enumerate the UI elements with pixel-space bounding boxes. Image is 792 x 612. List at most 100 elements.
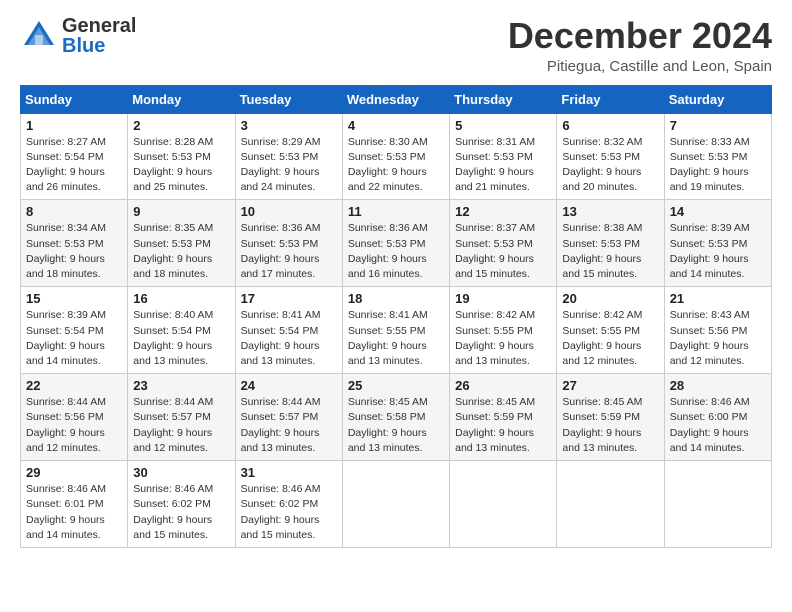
day-number: 22 bbox=[26, 378, 122, 393]
table-row: 14 Sunrise: 8:39 AMSunset: 5:53 PMDaylig… bbox=[664, 200, 771, 287]
table-row: 11 Sunrise: 8:36 AMSunset: 5:53 PMDaylig… bbox=[342, 200, 449, 287]
table-row: 17 Sunrise: 8:41 AMSunset: 5:54 PMDaylig… bbox=[235, 287, 342, 374]
day-info: Sunrise: 8:27 AMSunset: 5:54 PMDaylight:… bbox=[26, 136, 106, 194]
day-info: Sunrise: 8:41 AMSunset: 5:55 PMDaylight:… bbox=[348, 309, 428, 367]
day-info: Sunrise: 8:36 AMSunset: 5:53 PMDaylight:… bbox=[348, 222, 428, 280]
day-info: Sunrise: 8:44 AMSunset: 5:56 PMDaylight:… bbox=[26, 396, 106, 454]
table-row: 12 Sunrise: 8:37 AMSunset: 5:53 PMDaylig… bbox=[450, 200, 557, 287]
table-row bbox=[342, 461, 449, 548]
day-info: Sunrise: 8:41 AMSunset: 5:54 PMDaylight:… bbox=[241, 309, 321, 367]
table-row: 7 Sunrise: 8:33 AMSunset: 5:53 PMDayligh… bbox=[664, 113, 771, 200]
page: General Blue December 2024 Pitiegua, Cas… bbox=[0, 0, 792, 612]
day-info: Sunrise: 8:45 AMSunset: 5:58 PMDaylight:… bbox=[348, 396, 428, 454]
calendar-week-row: 1 Sunrise: 8:27 AMSunset: 5:54 PMDayligh… bbox=[21, 113, 772, 200]
table-row: 13 Sunrise: 8:38 AMSunset: 5:53 PMDaylig… bbox=[557, 200, 664, 287]
day-number: 19 bbox=[455, 291, 551, 306]
table-row: 25 Sunrise: 8:45 AMSunset: 5:58 PMDaylig… bbox=[342, 374, 449, 461]
day-number: 2 bbox=[133, 118, 229, 133]
col-sunday: Sunday bbox=[21, 85, 128, 113]
day-number: 30 bbox=[133, 465, 229, 480]
title-block: December 2024 Pitiegua, Castille and Leo… bbox=[508, 16, 772, 75]
day-number: 9 bbox=[133, 204, 229, 219]
table-row bbox=[664, 461, 771, 548]
day-number: 11 bbox=[348, 204, 444, 219]
day-info: Sunrise: 8:43 AMSunset: 5:56 PMDaylight:… bbox=[670, 309, 750, 367]
table-row: 23 Sunrise: 8:44 AMSunset: 5:57 PMDaylig… bbox=[128, 374, 235, 461]
table-row: 27 Sunrise: 8:45 AMSunset: 5:59 PMDaylig… bbox=[557, 374, 664, 461]
logo: General Blue bbox=[20, 16, 136, 56]
day-number: 8 bbox=[26, 204, 122, 219]
day-info: Sunrise: 8:31 AMSunset: 5:53 PMDaylight:… bbox=[455, 136, 535, 194]
table-row: 18 Sunrise: 8:41 AMSunset: 5:55 PMDaylig… bbox=[342, 287, 449, 374]
col-thursday: Thursday bbox=[450, 85, 557, 113]
day-number: 21 bbox=[670, 291, 766, 306]
day-info: Sunrise: 8:40 AMSunset: 5:54 PMDaylight:… bbox=[133, 309, 213, 367]
day-info: Sunrise: 8:44 AMSunset: 5:57 PMDaylight:… bbox=[241, 396, 321, 454]
day-info: Sunrise: 8:42 AMSunset: 5:55 PMDaylight:… bbox=[562, 309, 642, 367]
day-info: Sunrise: 8:39 AMSunset: 5:53 PMDaylight:… bbox=[670, 222, 750, 280]
col-saturday: Saturday bbox=[664, 85, 771, 113]
day-number: 23 bbox=[133, 378, 229, 393]
day-info: Sunrise: 8:42 AMSunset: 5:55 PMDaylight:… bbox=[455, 309, 535, 367]
logo-blue-text: Blue bbox=[62, 36, 136, 56]
day-info: Sunrise: 8:30 AMSunset: 5:53 PMDaylight:… bbox=[348, 136, 428, 194]
day-number: 5 bbox=[455, 118, 551, 133]
day-number: 7 bbox=[670, 118, 766, 133]
day-number: 12 bbox=[455, 204, 551, 219]
table-row: 22 Sunrise: 8:44 AMSunset: 5:56 PMDaylig… bbox=[21, 374, 128, 461]
table-row: 19 Sunrise: 8:42 AMSunset: 5:55 PMDaylig… bbox=[450, 287, 557, 374]
day-info: Sunrise: 8:33 AMSunset: 5:53 PMDaylight:… bbox=[670, 136, 750, 194]
day-number: 6 bbox=[562, 118, 658, 133]
table-row: 31 Sunrise: 8:46 AMSunset: 6:02 PMDaylig… bbox=[235, 461, 342, 548]
day-number: 29 bbox=[26, 465, 122, 480]
day-info: Sunrise: 8:34 AMSunset: 5:53 PMDaylight:… bbox=[26, 222, 106, 280]
day-number: 4 bbox=[348, 118, 444, 133]
day-number: 10 bbox=[241, 204, 337, 219]
table-row: 20 Sunrise: 8:42 AMSunset: 5:55 PMDaylig… bbox=[557, 287, 664, 374]
day-number: 27 bbox=[562, 378, 658, 393]
day-number: 14 bbox=[670, 204, 766, 219]
day-info: Sunrise: 8:39 AMSunset: 5:54 PMDaylight:… bbox=[26, 309, 106, 367]
day-number: 16 bbox=[133, 291, 229, 306]
day-number: 15 bbox=[26, 291, 122, 306]
day-number: 13 bbox=[562, 204, 658, 219]
table-row: 10 Sunrise: 8:36 AMSunset: 5:53 PMDaylig… bbox=[235, 200, 342, 287]
table-row: 24 Sunrise: 8:44 AMSunset: 5:57 PMDaylig… bbox=[235, 374, 342, 461]
table-row: 15 Sunrise: 8:39 AMSunset: 5:54 PMDaylig… bbox=[21, 287, 128, 374]
table-row: 2 Sunrise: 8:28 AMSunset: 5:53 PMDayligh… bbox=[128, 113, 235, 200]
col-friday: Friday bbox=[557, 85, 664, 113]
day-info: Sunrise: 8:46 AMSunset: 6:02 PMDaylight:… bbox=[241, 483, 321, 541]
day-number: 17 bbox=[241, 291, 337, 306]
table-row: 21 Sunrise: 8:43 AMSunset: 5:56 PMDaylig… bbox=[664, 287, 771, 374]
day-number: 25 bbox=[348, 378, 444, 393]
calendar-week-row: 22 Sunrise: 8:44 AMSunset: 5:56 PMDaylig… bbox=[21, 374, 772, 461]
col-wednesday: Wednesday bbox=[342, 85, 449, 113]
day-info: Sunrise: 8:46 AMSunset: 6:00 PMDaylight:… bbox=[670, 396, 750, 454]
day-number: 1 bbox=[26, 118, 122, 133]
table-row: 4 Sunrise: 8:30 AMSunset: 5:53 PMDayligh… bbox=[342, 113, 449, 200]
col-tuesday: Tuesday bbox=[235, 85, 342, 113]
calendar-week-row: 29 Sunrise: 8:46 AMSunset: 6:01 PMDaylig… bbox=[21, 461, 772, 548]
day-number: 24 bbox=[241, 378, 337, 393]
table-row bbox=[450, 461, 557, 548]
day-info: Sunrise: 8:45 AMSunset: 5:59 PMDaylight:… bbox=[455, 396, 535, 454]
table-row: 1 Sunrise: 8:27 AMSunset: 5:54 PMDayligh… bbox=[21, 113, 128, 200]
day-number: 18 bbox=[348, 291, 444, 306]
day-number: 28 bbox=[670, 378, 766, 393]
table-row: 6 Sunrise: 8:32 AMSunset: 5:53 PMDayligh… bbox=[557, 113, 664, 200]
logo-general-text: General bbox=[62, 16, 136, 36]
table-row: 26 Sunrise: 8:45 AMSunset: 5:59 PMDaylig… bbox=[450, 374, 557, 461]
day-info: Sunrise: 8:46 AMSunset: 6:01 PMDaylight:… bbox=[26, 483, 106, 541]
table-row: 9 Sunrise: 8:35 AMSunset: 5:53 PMDayligh… bbox=[128, 200, 235, 287]
day-info: Sunrise: 8:38 AMSunset: 5:53 PMDaylight:… bbox=[562, 222, 642, 280]
table-row: 29 Sunrise: 8:46 AMSunset: 6:01 PMDaylig… bbox=[21, 461, 128, 548]
day-number: 20 bbox=[562, 291, 658, 306]
table-row: 30 Sunrise: 8:46 AMSunset: 6:02 PMDaylig… bbox=[128, 461, 235, 548]
day-info: Sunrise: 8:46 AMSunset: 6:02 PMDaylight:… bbox=[133, 483, 213, 541]
day-info: Sunrise: 8:36 AMSunset: 5:53 PMDaylight:… bbox=[241, 222, 321, 280]
day-info: Sunrise: 8:28 AMSunset: 5:53 PMDaylight:… bbox=[133, 136, 213, 194]
header: General Blue December 2024 Pitiegua, Cas… bbox=[20, 16, 772, 75]
table-row: 3 Sunrise: 8:29 AMSunset: 5:53 PMDayligh… bbox=[235, 113, 342, 200]
table-row bbox=[557, 461, 664, 548]
logo-icon bbox=[20, 17, 58, 55]
